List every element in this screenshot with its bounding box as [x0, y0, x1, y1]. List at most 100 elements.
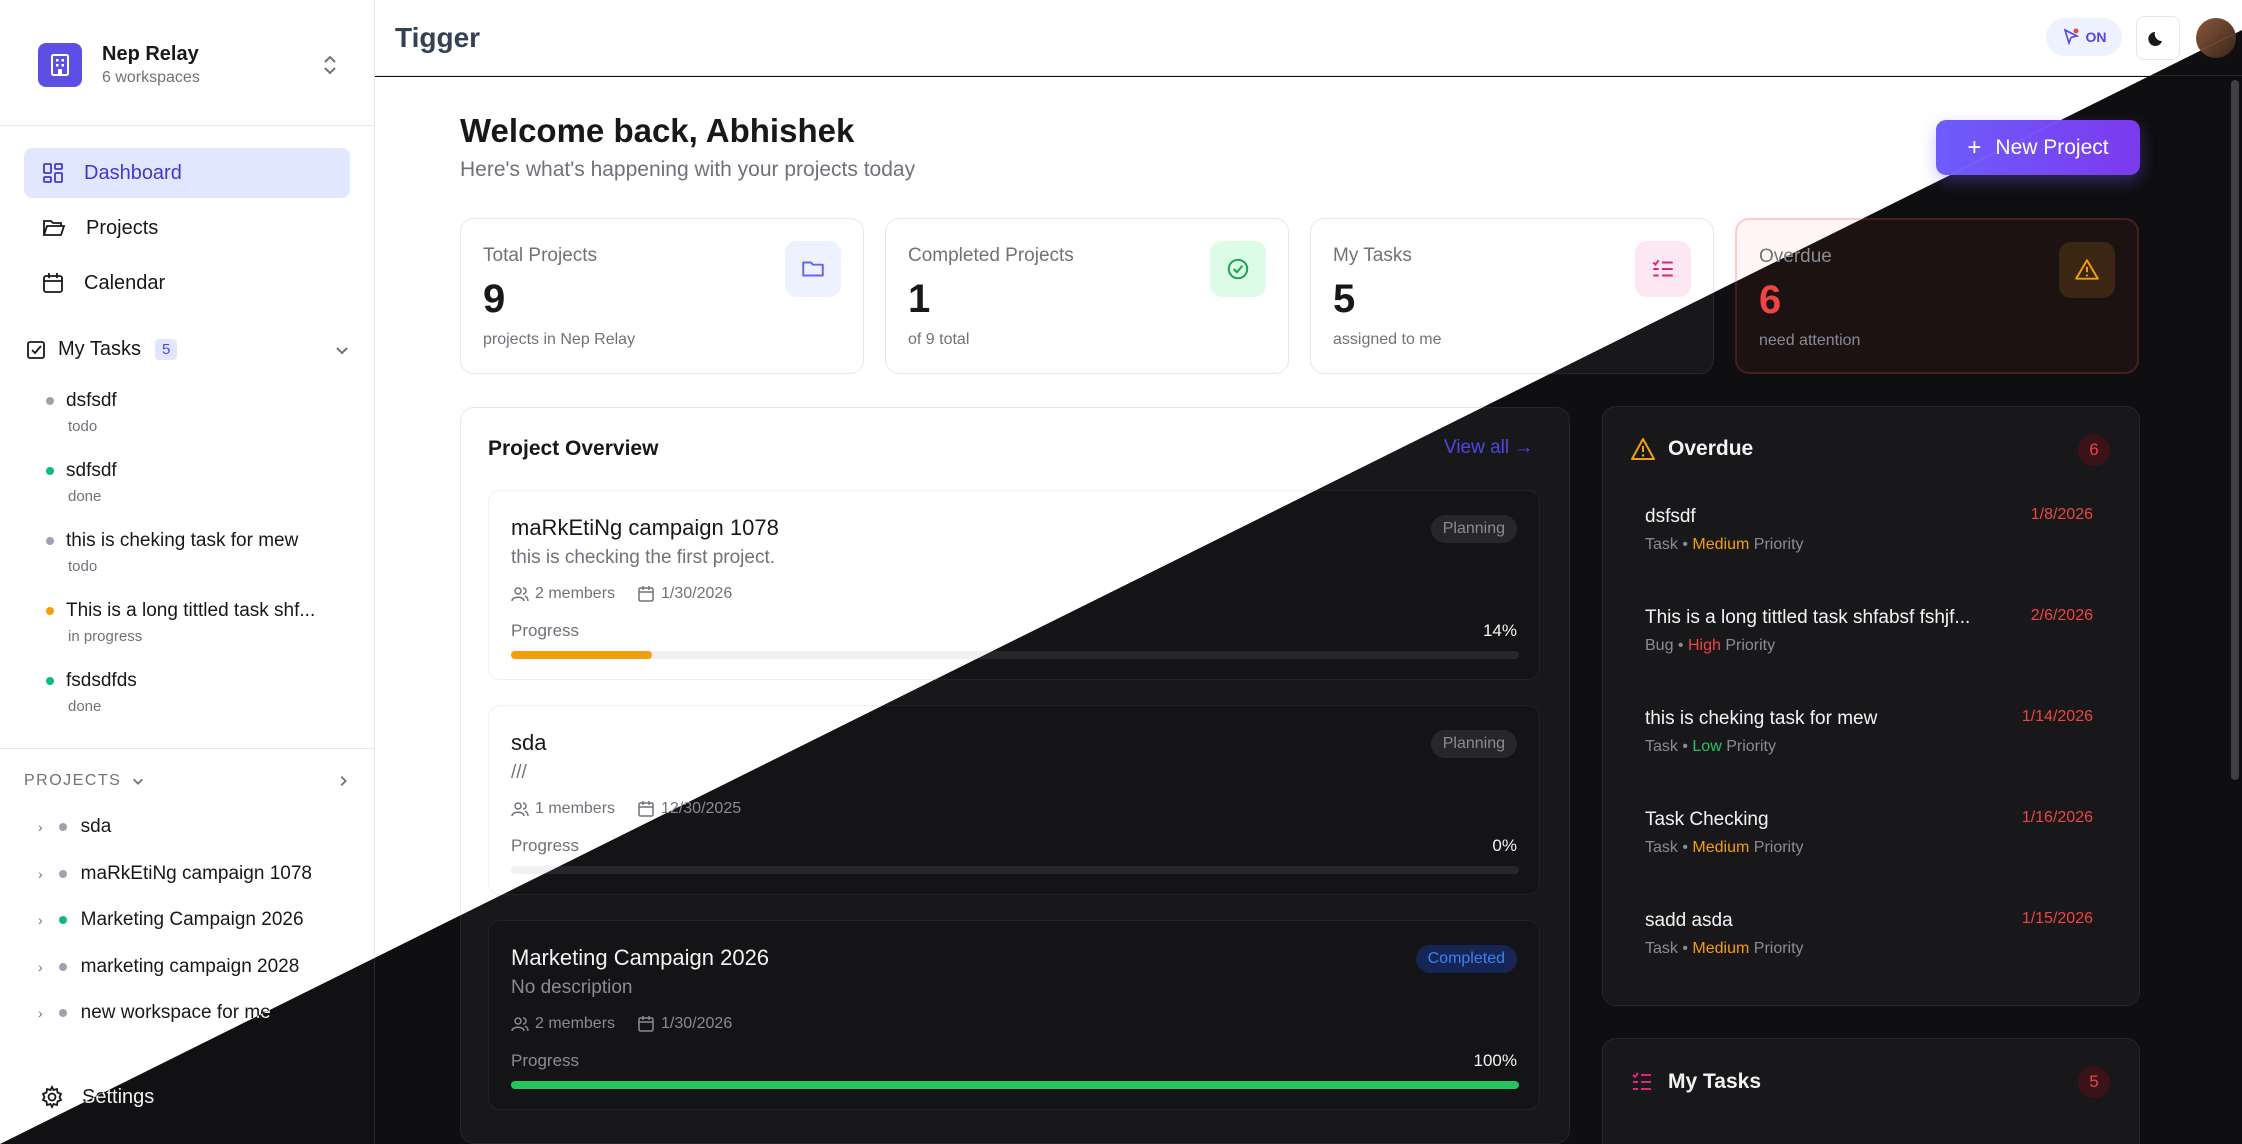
project-card-meta: 2 members 1/30/2026 [511, 1015, 732, 1033]
calendar-icon [43, 273, 63, 293]
sidebar-task-item[interactable]: sdfsdf done [46, 460, 346, 505]
due-date: 1/30/2026 [661, 585, 733, 602]
overdue-item-date: 2/6/2026 [2030, 607, 2093, 624]
nav-calendar[interactable]: Calendar [24, 258, 350, 308]
workspace-switcher[interactable]: Nep Relay 6 workspaces [38, 40, 338, 90]
status-dot [46, 537, 54, 545]
overdue-item-meta: Task • Medium Priority [1645, 536, 1804, 553]
project-overview-title: Project Overview [488, 437, 659, 460]
project-name: sda [80, 816, 112, 837]
overdue-item[interactable]: this is cheking task for mew 1/14/2026 T… [1645, 708, 2093, 756]
project-card-name: Marketing Campaign 2026 [511, 945, 770, 970]
chevron-right-icon[interactable]: › [38, 819, 43, 835]
status-dot [46, 397, 54, 405]
building-icon [38, 43, 82, 87]
chevron-right-icon[interactable]: › [38, 959, 43, 975]
view-all-link[interactable]: View all → [1444, 437, 1533, 459]
chevron-down-icon [336, 346, 348, 354]
project-card-meta: 2 members 1/30/2026 [511, 585, 732, 603]
task-title: dsfsdf [66, 390, 117, 411]
task-list-icon [1635, 241, 1691, 297]
stat-value: 5 [1333, 277, 1356, 321]
users-icon [511, 1017, 529, 1032]
chevron-right-icon[interactable]: › [38, 1005, 43, 1021]
chevron-right-icon[interactable]: › [38, 912, 43, 928]
overdue-item-meta: Task • Medium Priority [1645, 839, 1804, 856]
project-card-desc: /// [511, 762, 527, 783]
stat-value: 1 [908, 277, 931, 321]
check-circle-icon [1210, 241, 1266, 297]
status-dot [46, 677, 54, 685]
sidebar-task-item[interactable]: fsdsdfds done [46, 670, 346, 715]
nav-dashboard[interactable]: Dashboard [24, 148, 350, 198]
sidebar-task-item[interactable]: dsfsdf todo [46, 390, 346, 435]
task-status: todo [68, 558, 98, 575]
overdue-item[interactable]: sadd asda 1/15/2026 Task • Medium Priori… [1645, 910, 2093, 958]
my-tasks-panel-title: My Tasks [1668, 1070, 1761, 1093]
project-dot [58, 962, 67, 971]
calendar-icon [638, 586, 654, 602]
sidebar-project-item[interactable]: › Marketing Campaign 2026 [38, 909, 304, 931]
scrollbar-thumb[interactable] [2231, 80, 2239, 780]
stat-footnote: projects in Nep Relay [483, 331, 636, 348]
chevron-right-icon[interactable] [336, 774, 350, 788]
stat-card: Completed Projects 1 of 9 total [885, 218, 1289, 374]
project-dot [58, 823, 67, 831]
sidebar-task-item[interactable]: this is cheking task for mew todo [46, 530, 346, 575]
dashboard-icon [43, 163, 63, 183]
nav-label: Dashboard [84, 161, 182, 184]
my-tasks-count-badge: 5 [154, 339, 178, 360]
members-count: 1 members [535, 800, 616, 817]
chevron-right-icon[interactable]: › [38, 866, 43, 882]
task-title: fsdsdfds [66, 670, 137, 691]
gear-icon [41, 1085, 63, 1109]
checkbox-icon [27, 340, 45, 359]
sidebar-project-item[interactable]: › marketing campaign 2028 [38, 956, 299, 978]
task-title: this is cheking task for mew [66, 530, 299, 551]
top-bar [375, 0, 2242, 76]
notification-toggle[interactable]: ON [2046, 18, 2122, 56]
priority-word: Priority [1753, 839, 1804, 856]
projects-section-header[interactable]: PROJECTS [24, 772, 350, 790]
task-status: in progress [68, 628, 143, 645]
progress-fill [511, 1081, 1519, 1089]
stat-footnote: of 9 total [908, 331, 970, 348]
priority-word: Priority [1725, 637, 1776, 654]
status-badge: Planning [1430, 730, 1517, 758]
project-dot [58, 1009, 67, 1017]
overdue-item[interactable]: This is a long tittled task shfabsf fshj… [1645, 607, 2093, 655]
users-icon [511, 587, 529, 602]
nav-projects[interactable]: Projects [24, 203, 350, 253]
project-card[interactable]: Marketing Campaign 2026 No description 2… [488, 920, 1540, 1110]
sidebar-task-item[interactable]: This is a long tittled task shf... in pro… [46, 600, 346, 645]
sidebar-project-item[interactable]: › sda [38, 816, 111, 838]
users-icon [511, 802, 529, 817]
calendar-icon [638, 1016, 654, 1032]
members-count: 2 members [535, 1015, 616, 1032]
sidebar-project-item[interactable]: › maRkEtiNg campaign 1078 [38, 863, 312, 885]
progress-label: Progress [511, 621, 580, 640]
task-status: done [68, 698, 102, 715]
priority-word: Priority [1753, 536, 1804, 553]
overdue-item[interactable]: Task Checking 1/16/2026 Task • Medium Pr… [1645, 809, 2093, 857]
due-date: 1/30/2026 [661, 1015, 733, 1032]
overdue-title: Overdue [1668, 437, 1754, 460]
task-title: sdfsdf [66, 460, 117, 481]
sidebar-project-item[interactable]: › new workspace for me [38, 1002, 271, 1024]
on-label: ON [2085, 29, 2107, 45]
project-card-desc: this is checking the first project. [511, 547, 775, 568]
task-status: done [68, 488, 102, 505]
project-name: marketing campaign 2028 [80, 955, 300, 977]
cursor-icon [2063, 28, 2079, 46]
progress-value: 0% [1492, 836, 1517, 855]
status-badge: Planning [1430, 515, 1517, 543]
my-tasks-toggle[interactable]: My Tasks 5 [26, 338, 350, 361]
overdue-item-date: 1/14/2026 [2021, 708, 2093, 725]
plus-icon: + [1967, 133, 1982, 161]
stat-footnote: need attention [1759, 332, 1861, 349]
overdue-item[interactable]: dsfsdf 1/8/2026 Task • Medium Priority [1645, 506, 2093, 554]
theme-toggle[interactable] [2136, 16, 2180, 60]
overdue-item-title: This is a long tittled task shfabsf fshj… [1645, 607, 1971, 628]
overdue-item-meta: Bug • High Priority [1645, 637, 1776, 654]
status-badge: Completed [1415, 945, 1517, 973]
